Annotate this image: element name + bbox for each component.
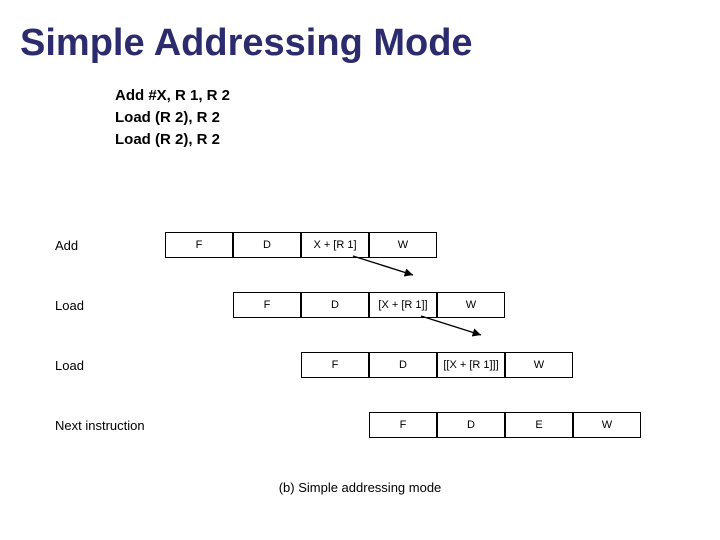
figure-caption: (b) Simple addressing mode	[0, 480, 720, 495]
stage-cell: W	[573, 412, 641, 438]
code-block: Add #X, R 1, R 2 Load (R 2), R 2 Load (R…	[115, 85, 230, 151]
stage-cell: D	[437, 412, 505, 438]
pipeline-row-next: Next instruction F D E W	[55, 395, 641, 455]
spacer	[165, 292, 233, 318]
spacer	[165, 412, 233, 438]
spacer	[301, 412, 369, 438]
stage-cell: W	[505, 352, 573, 378]
stage-cell: F	[165, 232, 233, 258]
code-line-3: Load (R 2), R 2	[115, 129, 230, 151]
code-line-1: Add #X, R 1, R 2	[115, 85, 230, 107]
stage-cell: W	[369, 232, 437, 258]
pipeline-row-load2: Load F D [[X + [R 1]]] W	[55, 335, 641, 395]
stage-cell: D	[369, 352, 437, 378]
row-label: Load	[55, 358, 165, 373]
stage-cell: D	[301, 292, 369, 318]
pipeline-row-add: Add F D X + [R 1] W	[55, 215, 641, 275]
spacer	[233, 352, 301, 378]
slide: Simple Addressing Mode Add #X, R 1, R 2 …	[0, 0, 720, 540]
row-label: Load	[55, 298, 165, 313]
row-label: Next instruction	[55, 418, 165, 433]
stage-cell: F	[369, 412, 437, 438]
row-label: Add	[55, 238, 165, 253]
stage-cell: D	[233, 232, 301, 258]
stage-cell: W	[437, 292, 505, 318]
code-line-2: Load (R 2), R 2	[115, 107, 230, 129]
spacer	[165, 352, 233, 378]
stage-cell: F	[301, 352, 369, 378]
stage-cell: E	[505, 412, 573, 438]
stage-cell: [[X + [R 1]]]	[437, 352, 505, 378]
stage-cell: [X + [R 1]]	[369, 292, 437, 318]
slide-title: Simple Addressing Mode	[20, 22, 473, 65]
stage-cell: F	[233, 292, 301, 318]
pipeline-diagram: Add F D X + [R 1] W Load F D [X + [R 1]]…	[55, 215, 641, 455]
spacer	[233, 412, 301, 438]
stage-cell: X + [R 1]	[301, 232, 369, 258]
pipeline-row-load1: Load F D [X + [R 1]] W	[55, 275, 641, 335]
